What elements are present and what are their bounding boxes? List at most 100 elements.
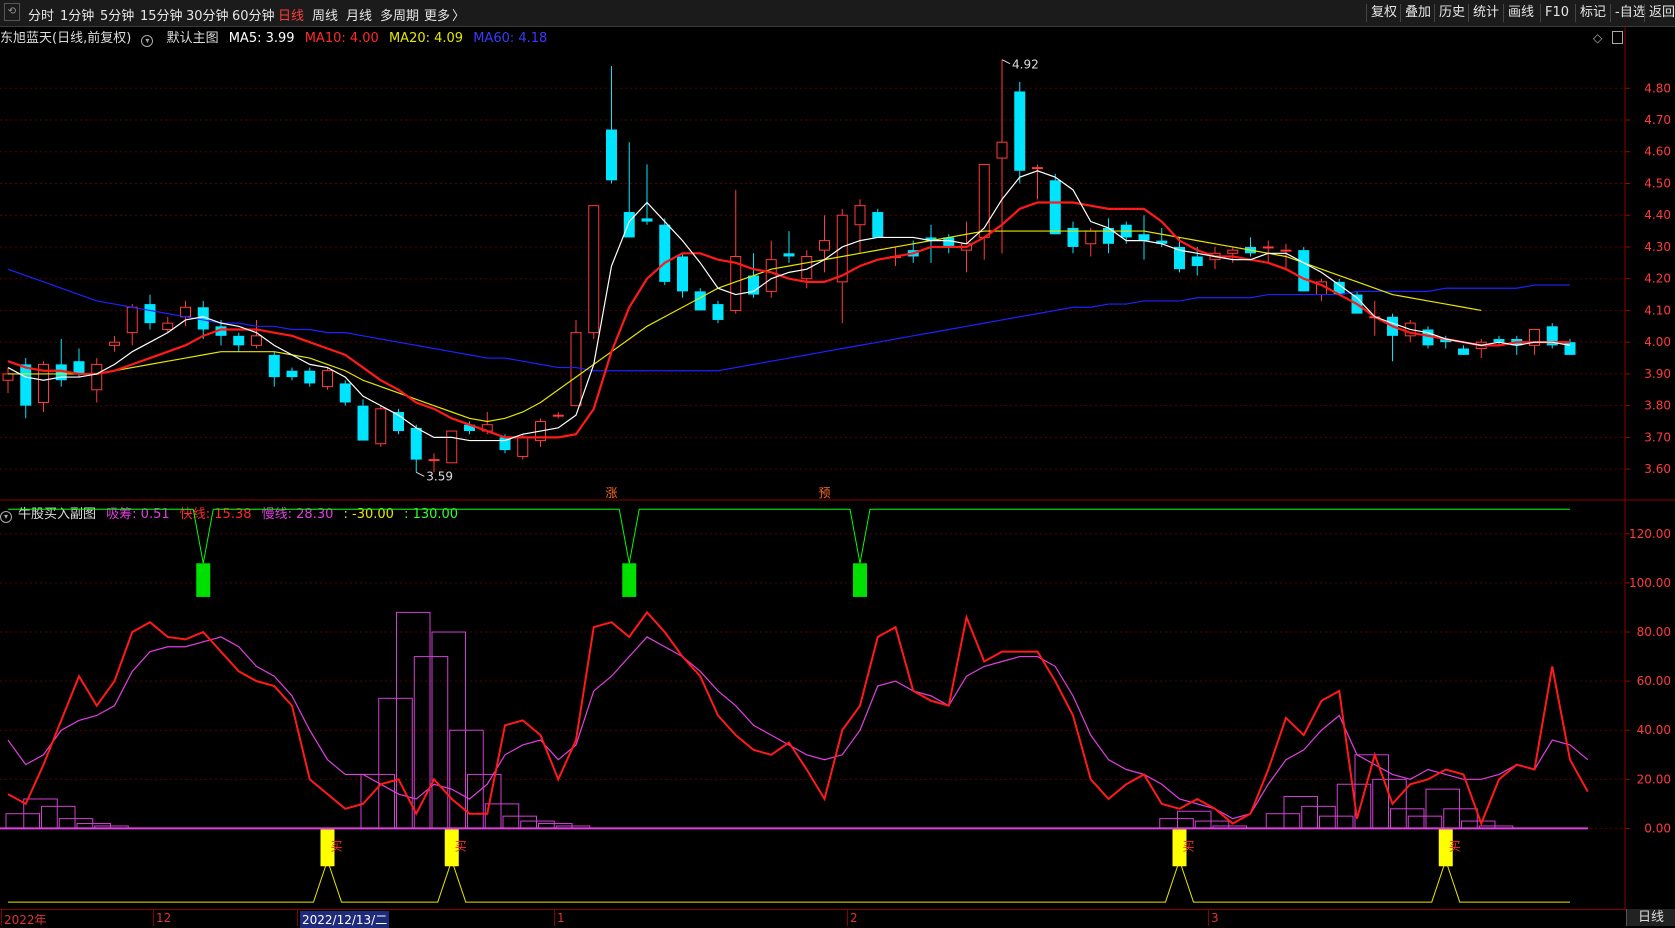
y-tick-label: 4.50 xyxy=(1644,176,1671,190)
candle-body xyxy=(836,214,848,283)
candle-body xyxy=(109,341,120,346)
xichou-bar xyxy=(1443,808,1478,829)
x-axis-label-4: 2 xyxy=(850,911,858,925)
period-tab-0[interactable]: 分时 xyxy=(28,5,54,24)
y-tick-label: 120.00 xyxy=(1629,527,1671,541)
period-tab-9[interactable]: 多周期 xyxy=(380,5,419,24)
toolbar-button-6[interactable]: 标记 xyxy=(1575,4,1610,22)
candle-body xyxy=(357,405,369,441)
candle-body xyxy=(783,253,795,257)
candle-body xyxy=(1458,348,1469,355)
high-pointer xyxy=(1001,59,1011,65)
y-tick-label: 4.10 xyxy=(1644,303,1671,317)
candle-body xyxy=(446,430,458,464)
x-axis-label-1: 12 xyxy=(156,911,172,925)
y-tick-label: 20.00 xyxy=(1637,772,1671,786)
y-tick-label: 60.00 xyxy=(1637,674,1671,688)
candle-body xyxy=(73,361,85,374)
period-tab-2[interactable]: 5分钟 xyxy=(100,5,134,24)
candle-body xyxy=(162,322,174,330)
candle-body xyxy=(641,218,653,222)
x-axis-tick xyxy=(153,910,154,926)
candle-body xyxy=(91,363,103,391)
y-tick-label: 0.00 xyxy=(1644,821,1671,835)
y-tick-label: 4.00 xyxy=(1644,335,1671,349)
xichou-bar xyxy=(1283,796,1318,829)
candle-body xyxy=(1049,180,1061,235)
period-tab-5[interactable]: 60分钟 xyxy=(232,5,275,24)
x-axis-tick xyxy=(554,910,555,926)
toolbar-button-0[interactable]: 复权 xyxy=(1366,4,1401,22)
low-pointer xyxy=(416,471,425,477)
candle-body xyxy=(304,370,316,384)
buy-signal-label: 买 xyxy=(1449,840,1461,854)
x-axis-tick xyxy=(1208,910,1209,926)
ma20-line xyxy=(8,230,1482,423)
xichou-bar xyxy=(1372,778,1407,829)
candle-body xyxy=(286,370,298,378)
x-axis-label-2: 2022/12/13/二 xyxy=(300,911,390,928)
bottom-signal-line xyxy=(8,858,1570,903)
period-tab-4[interactable]: 30分钟 xyxy=(186,5,229,24)
period-tab-6[interactable]: 日线 xyxy=(278,5,304,24)
candle-body xyxy=(1014,91,1026,171)
signal-zhang: 涨 xyxy=(606,485,618,500)
candle-body xyxy=(677,256,688,292)
xichou-bar xyxy=(1265,813,1301,829)
toolbar-button-5[interactable]: F10 xyxy=(1540,4,1573,22)
candle-body xyxy=(978,163,990,238)
period-tab-10[interactable]: 更多 xyxy=(424,5,450,24)
x-axis-tick xyxy=(1,910,2,926)
period-tab-7[interactable]: 周线 xyxy=(312,5,338,24)
y-tick-label: 100.00 xyxy=(1629,576,1671,590)
xichou-bar xyxy=(1461,820,1496,829)
y-tick-label: 4.30 xyxy=(1644,240,1671,254)
xichou-bar xyxy=(467,773,502,829)
y-tick-label: 40.00 xyxy=(1637,723,1671,737)
buy-signal-label: 买 xyxy=(1183,840,1195,854)
toolbar-button-3[interactable]: 统计 xyxy=(1468,4,1503,22)
candle-body xyxy=(339,383,351,403)
candle-body xyxy=(1280,249,1292,252)
candle-body xyxy=(517,436,529,457)
y-tick-label: 4.60 xyxy=(1644,145,1671,159)
candle-body xyxy=(1191,256,1203,266)
x-axis-bar: 2022年 12 2022/12/13/二 1 2 3 xyxy=(0,909,1675,928)
toolbar-button-2[interactable]: 历史 xyxy=(1434,4,1469,22)
candle-body xyxy=(251,335,262,346)
candle-body xyxy=(712,304,724,320)
y-tick-label: 3.70 xyxy=(1644,430,1671,444)
candle-body xyxy=(943,237,955,247)
top-signal-bar xyxy=(853,563,867,597)
toolbar-button-8[interactable]: 返回 xyxy=(1644,4,1675,22)
x-axis-label-3: 1 xyxy=(557,911,565,925)
more-chevron-icon[interactable]: 〉 xyxy=(452,5,465,24)
period-tab-8[interactable]: 月线 xyxy=(346,5,372,24)
xichou-bar xyxy=(5,813,40,829)
candle-body xyxy=(1227,249,1239,254)
top-signal-bar xyxy=(196,563,211,597)
top-signal-line xyxy=(8,508,1570,564)
buy-signal-label: 买 xyxy=(331,840,343,854)
toolbar-button-4[interactable]: 画线 xyxy=(1503,4,1538,22)
candle-body xyxy=(144,304,156,324)
ma5-line xyxy=(7,170,1571,442)
xichou-bar xyxy=(1390,808,1425,829)
period-indicator[interactable]: 日线 xyxy=(1626,909,1675,926)
candle-body xyxy=(588,205,600,334)
buy-signal-label: 买 xyxy=(455,840,467,854)
y-tick-label: 3.60 xyxy=(1644,462,1671,476)
xichou-bar xyxy=(1177,810,1212,829)
y-tick-label: 4.40 xyxy=(1644,208,1671,222)
period-tab-3[interactable]: 15分钟 xyxy=(140,5,183,24)
candle-body xyxy=(268,354,280,378)
x-axis-label-0: 2022年 xyxy=(4,913,47,927)
candle-body xyxy=(606,129,617,181)
back-arrow-icon[interactable]: ⟲ xyxy=(4,3,20,21)
candle-body xyxy=(126,306,138,334)
chart-canvas[interactable]: 4.92 3.59 涨 预 买 买 买 买 4.80 4.70 4.60 4.50 4.40 4.30… xyxy=(0,27,1675,909)
candle-body xyxy=(1262,246,1274,249)
toolbar-button-1[interactable]: 叠加 xyxy=(1400,4,1435,22)
candle-body xyxy=(659,224,671,282)
period-tab-1[interactable]: 1分钟 xyxy=(60,5,94,24)
